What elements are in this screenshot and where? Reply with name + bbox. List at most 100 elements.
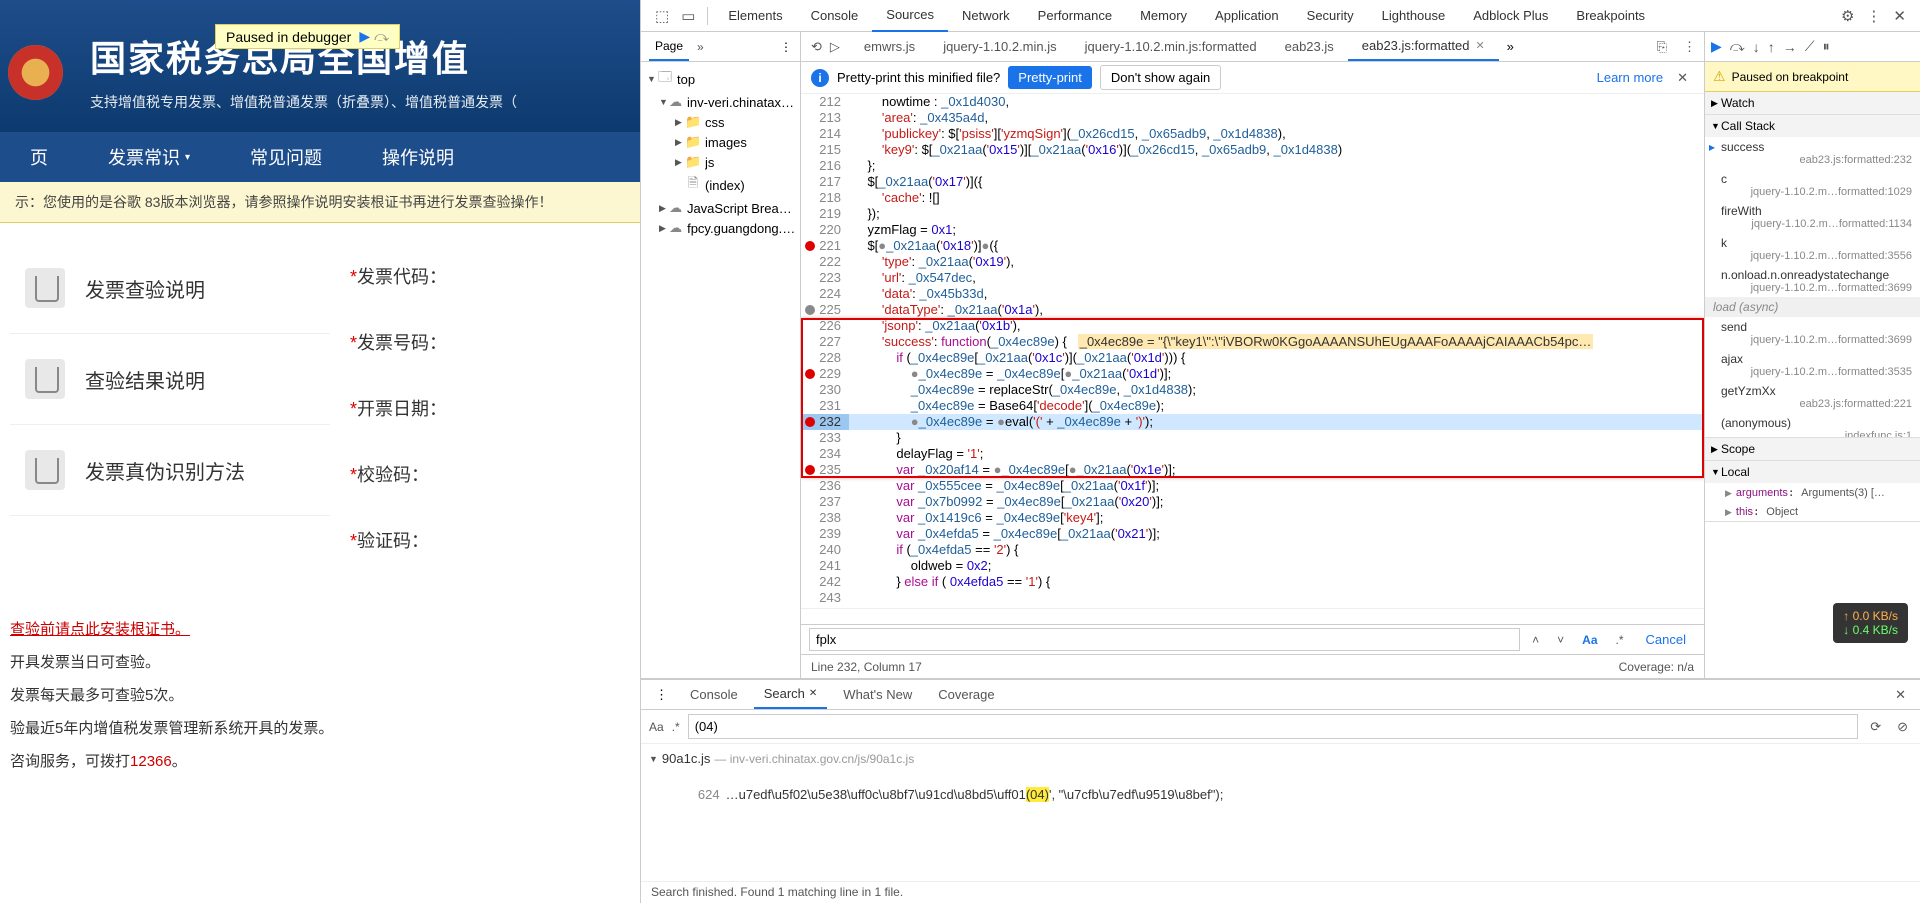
close-icon[interactable]: ✕ [1475,39,1484,52]
code-line[interactable]: 230 _0x4ec89e = replaceStr(_0x4ec89e, _0… [801,382,1704,398]
stack-frame[interactable]: sendjquery-1.10.2.m…formatted:3699 [1705,317,1920,349]
tab-breakpoints[interactable]: Breakpoints [1562,0,1659,31]
code-line[interactable]: 220 yzmFlag = 0x1; [801,222,1704,238]
close-icon[interactable]: ✕ [1887,3,1912,29]
tree-item[interactable]: ▼☁inv-veri.chinatax.g… [641,92,800,112]
sidebar-more-icon[interactable]: » [697,40,704,54]
nav-icon[interactable]: ▷ [830,39,840,55]
sidebar-tab-page[interactable]: Page [649,33,689,61]
match-case-icon[interactable]: Aa [1576,631,1603,649]
card-result-desc[interactable]: 查验结果说明 [10,334,330,425]
h-scrollbar[interactable] [801,608,1704,624]
code-line[interactable]: 243 [801,590,1704,606]
tab-elements[interactable]: Elements [714,0,796,31]
code-line[interactable]: 221 $[●_0x21aa('0x18')]●({ [801,238,1704,254]
resume-button[interactable]: ▶ [1711,38,1722,55]
find-cancel-button[interactable]: Cancel [1636,632,1696,647]
scope-var[interactable]: ▶arguments: Arguments(3) [… [1705,483,1920,502]
close-icon[interactable]: ✕ [1671,70,1694,86]
tab-sources[interactable]: Sources [872,0,948,32]
drawer-menu-icon[interactable]: ⋮ [649,687,674,703]
stack-frame[interactable]: fireWithjquery-1.10.2.m…formatted:1134 [1705,201,1920,233]
tab-lighthouse[interactable]: Lighthouse [1368,0,1460,31]
code-line[interactable]: 212 nowtime : _0x1d4030, [801,94,1704,110]
code-line[interactable]: 229 ●_0x4ec89e = _0x4ec89e[●_0x21aa('0x1… [801,366,1704,382]
device-icon[interactable]: ▭ [675,3,701,29]
inspect-icon[interactable]: ⬚ [649,3,675,29]
gear-icon[interactable]: ⚙ [1835,3,1860,29]
callstack-header[interactable]: ▼Call Stack [1705,115,1920,137]
clear-icon[interactable]: ⊘ [1893,719,1912,735]
drawer-tab-whatsnew[interactable]: What's New [833,681,922,708]
code-line[interactable]: 217 $[_0x21aa('0x17')]({ [801,174,1704,190]
nav-faq[interactable]: 常见问题 [220,132,352,182]
pause-exc-icon[interactable]: ⏸ [1823,38,1830,55]
global-search-input[interactable] [688,714,1858,739]
format-icon[interactable]: ⎘ [1649,39,1675,55]
stack-frame[interactable]: getYzmXxeab23.js:formatted:221 [1705,381,1920,413]
deactivate-bp-icon[interactable]: ⟋ [1805,38,1815,55]
step-over-icon[interactable]: ⤼ [1730,38,1745,55]
tree-item[interactable]: ▶📁css [641,112,800,132]
drawer-tab-search[interactable]: Search✕ [754,680,828,709]
next-match-icon[interactable]: ˅ [1551,631,1570,649]
tree-item[interactable]: ▶📁js [641,152,800,172]
code-line[interactable]: 242 } else if ( 0x4efda5 == '1') { [801,574,1704,590]
tab-application[interactable]: Application [1201,0,1293,31]
file-tree[interactable]: ▼🗔top▼☁inv-veri.chinatax.g…▶📁css▶📁images… [641,62,800,678]
stack-frame[interactable]: ajaxjquery-1.10.2.m…formatted:3535 [1705,349,1920,381]
code-line[interactable]: 238 var _0x1419c6 = _0x4ec89e['key4']; [801,510,1704,526]
editor-tab[interactable]: jquery-1.10.2.min.js:formatted [1071,32,1271,61]
tree-item[interactable]: ▶☁JavaScript Breakp… [641,198,800,218]
nav-home[interactable]: 页 [0,132,78,182]
code-line[interactable]: 228 if (_0x4ec89e[_0x21aa('0x1c')](_0x21… [801,350,1704,366]
code-line[interactable]: 227 'success': function(_0x4ec89e) { _0x… [801,334,1704,350]
code-line[interactable]: 239 var _0x4efda5 = _0x4ec89e[_0x21aa('0… [801,526,1704,542]
card-verify-method[interactable]: 发票真伪识别方法 [10,425,330,516]
find-input[interactable] [809,628,1520,651]
code-line[interactable]: 218 'cache': ![] [801,190,1704,206]
code-line[interactable]: 224 'data': _0x45b33d, [801,286,1704,302]
code-line[interactable]: 223 'url': _0x547dec, [801,270,1704,286]
editor-tab[interactable]: eab23.js [1271,32,1348,61]
regex-icon[interactable]: .* [1610,631,1630,649]
code-line[interactable]: 235 var _0x20af14 = ●_0x4ec89e[●_0x21aa(… [801,462,1704,478]
scope-var[interactable]: ▶this: Object [1705,502,1920,521]
code-line[interactable]: 236 var _0x555cee = _0x4ec89e[_0x21aa('0… [801,478,1704,494]
learn-more-link[interactable]: Learn more [1597,70,1663,85]
stack-frame[interactable]: successeab23.js:formatted:232 [1705,137,1920,169]
drawer-tab-coverage[interactable]: Coverage [928,681,1004,708]
editor-tab[interactable]: emwrs.js [850,32,929,61]
tree-item[interactable]: ▼🗔top [641,66,800,92]
stack-frame[interactable]: cjquery-1.10.2.m…formatted:1029 [1705,169,1920,201]
stack-frame[interactable]: n.onload.n.onreadystatechangejquery-1.10… [1705,265,1920,297]
search-results[interactable]: ▼ 90a1c.js — inv-veri.chinatax.gov.cn/js… [641,744,1920,881]
tab-security[interactable]: Security [1293,0,1368,31]
tab-memory[interactable]: Memory [1126,0,1201,31]
drawer-tab-console[interactable]: Console [680,681,748,708]
tab-network[interactable]: Network [948,0,1024,31]
tree-item[interactable]: ▶☁fpcy.guangdong.cl… [641,218,800,238]
step-out-icon[interactable]: ↑ [1768,39,1775,55]
tree-item[interactable]: 🗎(index) [641,172,800,198]
prev-match-icon[interactable]: ˄ [1526,631,1545,649]
dont-show-button[interactable]: Don't show again [1100,65,1221,90]
regex-icon[interactable]: .* [672,720,680,734]
stack-frame[interactable]: kjquery-1.10.2.m…formatted:3556 [1705,233,1920,265]
code-line[interactable]: 234 delayFlag = '1'; [801,446,1704,462]
code-line[interactable]: 232 ●_0x4ec89e = ●eval('(' + _0x4ec89e +… [801,414,1704,430]
editor-tab[interactable]: jquery-1.10.2.min.js [929,32,1070,61]
close-icon[interactable]: ✕ [809,688,817,699]
tab-adblock[interactable]: Adblock Plus [1459,0,1562,31]
tab-console[interactable]: Console [797,0,873,31]
result-file[interactable]: ▼ 90a1c.js — inv-veri.chinatax.gov.cn/js… [641,748,1920,769]
resume-icon[interactable]: ▶ [359,28,370,45]
nav-help[interactable]: 操作说明 [352,132,484,182]
local-header[interactable]: ▼Local [1705,461,1920,483]
code-line[interactable]: 233 } [801,430,1704,446]
tab-performance[interactable]: Performance [1024,0,1126,31]
code-line[interactable]: 240 if (_0x4efda5 == '2') { [801,542,1704,558]
step-icon[interactable]: → [1783,39,1797,55]
match-case-icon[interactable]: Aa [649,720,664,734]
code-line[interactable]: 213 'area': _0x435a4d, [801,110,1704,126]
